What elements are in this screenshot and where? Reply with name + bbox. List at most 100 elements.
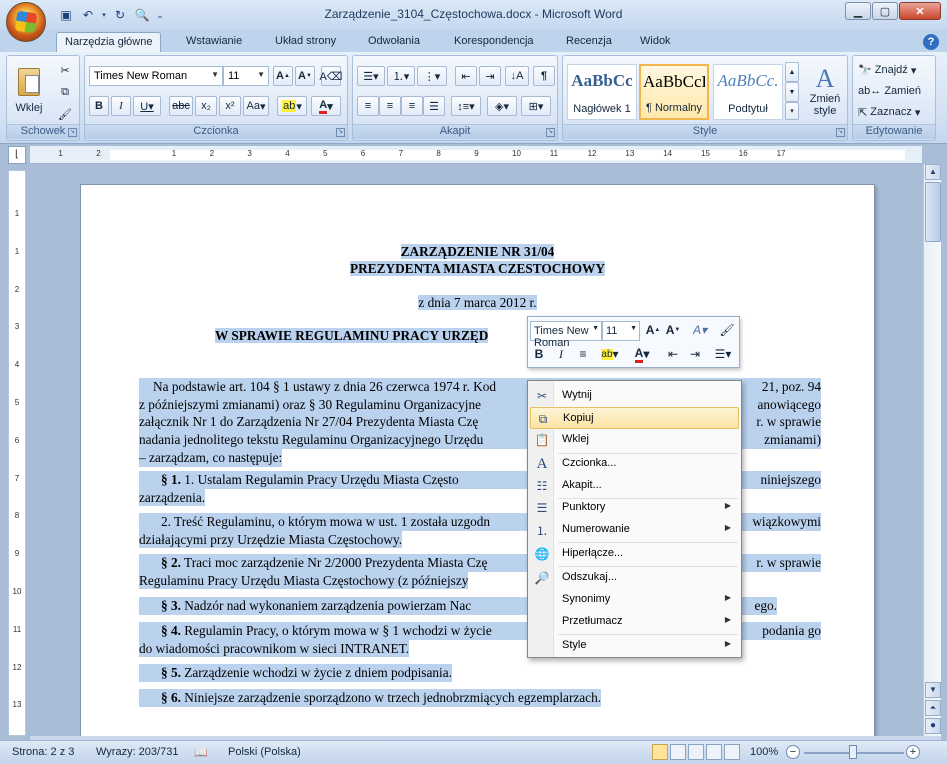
mini-grow-font-icon[interactable]: A ▲ [644, 321, 662, 339]
tab-home[interactable]: Narzędzia główne [56, 32, 162, 52]
mini-italic-icon[interactable]: I [552, 345, 570, 363]
menu-paste[interactable]: 📋 Wklej [530, 429, 739, 451]
mini-decrease-indent-icon[interactable]: ⇤ [664, 345, 682, 363]
mini-bold-icon[interactable]: B [530, 345, 548, 363]
paragraph-launcher-icon[interactable]: ↘ [546, 128, 555, 137]
mini-size-combo[interactable]: 11 ▼ [602, 321, 640, 341]
superscript-icon[interactable]: x² [219, 96, 241, 116]
zoom-in-icon[interactable]: + [906, 745, 920, 759]
mini-format-painter-icon[interactable]: 🖌 [718, 321, 736, 339]
menu-paragraph[interactable]: ☷ Akapit... [530, 475, 739, 497]
grow-font-icon[interactable]: A ▲ [273, 66, 293, 86]
shrink-font-icon[interactable]: A ▼ [295, 66, 315, 86]
tab-page-layout[interactable]: Układ strony [267, 32, 344, 52]
zoom-slider-thumb[interactable] [849, 745, 857, 759]
proofing-icon[interactable]: 📖 [194, 746, 208, 759]
multilevel-list-icon[interactable]: ⋮▾ [417, 66, 447, 86]
mini-increase-indent-icon[interactable]: ⇥ [686, 345, 704, 363]
numbering-icon[interactable]: ⒈▾ [387, 66, 415, 86]
find-button[interactable]: 🔭 Znajdź ▾ [857, 60, 933, 80]
outline-icon[interactable] [706, 744, 722, 760]
menu-font[interactable]: A Czcionka... [530, 453, 739, 475]
tab-references[interactable]: Odwołania [360, 32, 428, 52]
menu-styles[interactable]: Style ▶ [530, 635, 739, 657]
line-spacing-icon[interactable]: ↕≡▾ [451, 96, 481, 116]
font-size-combo[interactable]: 11 ▼ [223, 66, 269, 86]
subscript-icon[interactable]: x₂ [195, 96, 217, 116]
tab-review[interactable]: Recenzja [558, 32, 620, 52]
menu-translate[interactable]: Przetłumacz ▶ [530, 611, 739, 633]
increase-indent-icon[interactable]: ⇥ [479, 66, 501, 86]
clipboard-launcher-icon[interactable]: ↘ [68, 128, 77, 137]
menu-cut[interactable]: ✂ Wytnij [530, 385, 739, 407]
borders-icon[interactable]: ⊞▾ [521, 96, 551, 116]
replace-button[interactable]: ab↔ Zamień [857, 81, 933, 101]
web-layout-icon[interactable] [688, 744, 704, 760]
document-canvas[interactable]: ZARZĄDZENIE NR 31/04 PREZYDENTA MIASTA C… [30, 164, 922, 736]
style-normal[interactable]: AaBbCcD ¶ Normalny [639, 64, 709, 120]
font-launcher-icon[interactable]: ↘ [336, 128, 345, 137]
align-left-icon[interactable]: ≡ [357, 96, 379, 116]
mini-font-color-icon[interactable]: A ▾ [628, 345, 656, 363]
menu-numbering[interactable]: ⒈ Numerowanie ▶ [530, 519, 739, 541]
style-heading1[interactable]: AaBbCc Nagłówek 1 [567, 64, 637, 120]
copy-icon[interactable]: ⧉ [55, 82, 75, 102]
styles-scroll-up-icon[interactable]: ▲ [785, 62, 799, 82]
highlight-icon[interactable]: ab ▾ [277, 96, 307, 116]
zoom-level[interactable]: 100% [750, 746, 778, 758]
scroll-down-icon[interactable]: ▼ [925, 682, 941, 698]
tab-mailings[interactable]: Korespondencja [446, 32, 542, 52]
underline-icon[interactable]: U▾ [133, 96, 161, 116]
full-screen-reading-icon[interactable] [670, 744, 686, 760]
bold-icon[interactable]: B [89, 96, 109, 116]
mini-shrink-font-icon[interactable]: A ▼ [664, 321, 682, 339]
maximize-button[interactable]: ▢ [872, 2, 898, 20]
close-button[interactable]: ✕ [899, 2, 941, 20]
page-count[interactable]: Strona: 2 z 3 [12, 746, 74, 758]
align-right-icon[interactable]: ≡ [401, 96, 423, 116]
mini-center-icon[interactable]: ≡ [574, 345, 592, 363]
menu-hyperlink[interactable]: 🌐 Hiperłącze... [530, 543, 739, 565]
mini-font-combo[interactable]: Times New Roman ▼ [530, 321, 602, 349]
menu-synonyms[interactable]: Synonimy ▶ [530, 589, 739, 611]
vertical-ruler[interactable]: 1 1 2 3 4 5 6 7 8 9 10 11 12 13 [8, 170, 26, 736]
bullets-icon[interactable]: ☰▾ [357, 66, 385, 86]
strikethrough-icon[interactable]: abc [169, 96, 193, 116]
scroll-thumb[interactable] [925, 182, 941, 242]
italic-icon[interactable]: I [111, 96, 131, 116]
mini-styles-icon[interactable]: A▾ [686, 321, 714, 339]
tab-insert[interactable]: Wstawianie [178, 32, 250, 52]
show-marks-icon[interactable]: ¶ [533, 66, 555, 86]
minimize-button[interactable]: ▁ [845, 2, 871, 20]
word-count[interactable]: Wyrazy: 203/731 [96, 746, 178, 758]
mini-highlight-icon[interactable]: ab ▾ [596, 345, 624, 363]
font-name-combo[interactable]: Times New Roman ▼ [89, 66, 223, 86]
scroll-up-icon[interactable]: ▲ [925, 164, 941, 180]
change-styles-button[interactable]: A Zmień style [803, 60, 847, 122]
vertical-scrollbar[interactable]: ▲ ▼ ⏶ ● [923, 164, 941, 736]
language[interactable]: Polski (Polska) [228, 746, 301, 758]
previous-page-icon[interactable]: ⏶ [925, 700, 941, 716]
zoom-out-icon[interactable]: − [786, 745, 800, 759]
help-icon[interactable]: ? [923, 34, 939, 50]
tab-view[interactable]: Widok [632, 32, 679, 52]
sort-icon[interactable]: ↓A [505, 66, 529, 86]
shading-icon[interactable]: ◈▾ [487, 96, 517, 116]
menu-research[interactable]: 🔎 Odszukaj... [530, 567, 739, 589]
decrease-indent-icon[interactable]: ⇤ [455, 66, 477, 86]
justify-icon[interactable]: ☰ [423, 96, 445, 116]
select-button[interactable]: ⇱ Zaznacz ▾ [857, 102, 933, 122]
print-layout-icon[interactable] [652, 744, 668, 760]
horizontal-ruler[interactable]: 1 2 1 2 3 4 5 6 7 8 9 10 11 12 13 14 15 16 17 [30, 146, 922, 164]
styles-scroll-down-icon[interactable]: ▼ [785, 82, 799, 102]
clear-formatting-icon[interactable]: A⌫ [320, 66, 342, 86]
align-center-icon[interactable]: ≡ [379, 96, 401, 116]
font-color-icon[interactable]: A ▾ [311, 96, 341, 116]
menu-bullets[interactable]: ☰ Punktory ▶ [530, 497, 739, 519]
document-page[interactable]: ZARZĄDZENIE NR 31/04 PREZYDENTA MIASTA C… [80, 184, 875, 736]
cut-icon[interactable]: ✂ [55, 60, 75, 80]
format-painter-icon[interactable]: 🖌 [55, 104, 75, 124]
change-case-icon[interactable]: Aa ▾ [243, 96, 269, 116]
styles-launcher-icon[interactable]: ↘ [836, 128, 845, 137]
menu-copy[interactable]: ⧉ Kopiuj [530, 407, 739, 429]
